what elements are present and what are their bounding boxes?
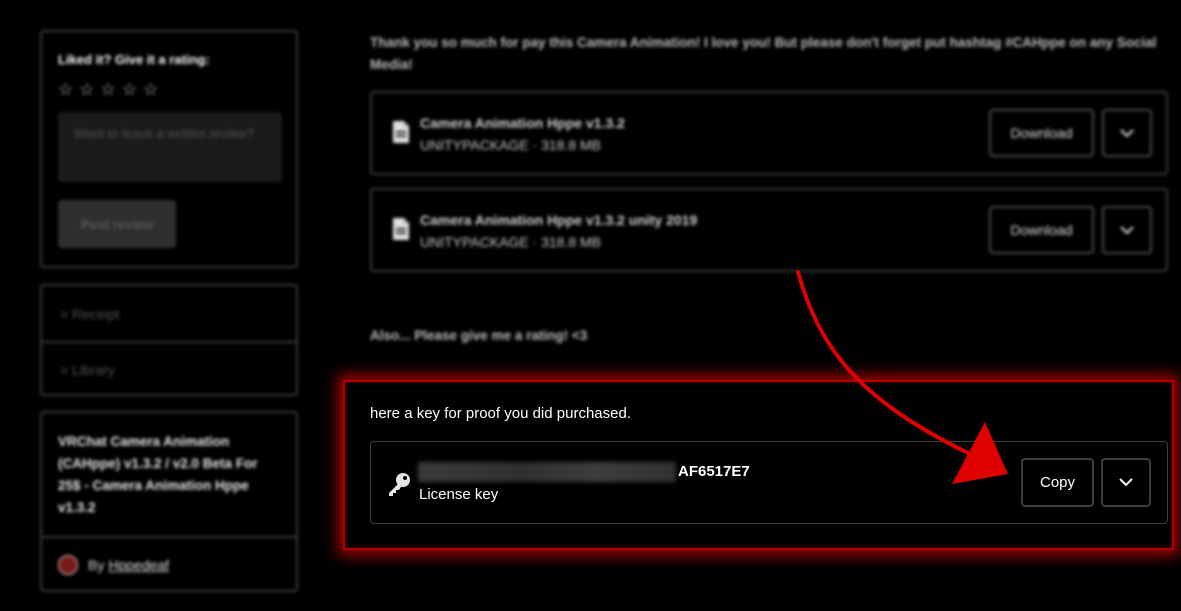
product-title: VRChat Camera Animation (CAHppe) v1.3.2 … xyxy=(58,434,258,515)
by-label: By xyxy=(88,557,105,573)
download-button[interactable]: Download xyxy=(989,109,1094,157)
thanks-message: Thank you so much for pay this Camera An… xyxy=(370,35,1157,72)
file-row: Camera Animation Hppe v1.3.2 unity 2019 … xyxy=(370,188,1168,272)
receipt-link[interactable]: > Receipt xyxy=(42,286,296,341)
key-icon xyxy=(387,471,413,502)
chevron-down-icon xyxy=(1120,225,1134,234)
author-row: By Hppedeaf xyxy=(42,536,296,592)
redacted-key-portion xyxy=(418,462,676,482)
rating-title: Liked it? Give it a rating: xyxy=(58,52,210,67)
file-icon xyxy=(391,217,411,246)
file-icon xyxy=(391,120,411,149)
download-options-button[interactable] xyxy=(1102,109,1152,157)
star-rating[interactable]: ☆ ☆ ☆ ☆ ☆ xyxy=(58,81,280,98)
review-textarea[interactable]: Want to leave a written review? xyxy=(58,112,282,182)
product-card: VRChat Camera Animation (CAHppe) v1.3.2 … xyxy=(40,411,298,592)
rating-card: Liked it? Give it a rating: ☆ ☆ ☆ ☆ ☆ Wa… xyxy=(40,30,298,268)
library-link[interactable]: > Library xyxy=(42,341,296,396)
links-card: > Receipt > Library xyxy=(40,284,298,396)
copy-button[interactable]: Copy xyxy=(1021,458,1094,507)
download-button[interactable]: Download xyxy=(989,206,1094,254)
license-key-label: License key xyxy=(419,486,499,503)
file-name: Camera Animation Hppe v1.3.2 xyxy=(420,115,625,131)
chevron-down-icon xyxy=(1120,128,1134,137)
file-row: Camera Animation Hppe v1.3.2 UNITYPACKAG… xyxy=(370,91,1168,175)
file-meta: UNITYPACKAGE · 318.8 MB xyxy=(420,137,602,153)
rating-request: Also... Please give me a rating! <3 xyxy=(370,328,588,343)
license-key-value[interactable]: AF6517E7 xyxy=(678,463,750,480)
post-review-button[interactable]: Post review xyxy=(58,200,176,248)
download-options-button[interactable] xyxy=(1102,206,1152,254)
file-meta: UNITYPACKAGE · 318.8 MB xyxy=(420,234,602,250)
license-key-card: AF6517E7 License key Copy xyxy=(370,441,1168,524)
star-icon[interactable]: ☆ xyxy=(58,81,73,98)
chevron-down-icon xyxy=(1119,478,1133,487)
file-name: Camera Animation Hppe v1.3.2 unity 2019 xyxy=(420,212,698,228)
avatar xyxy=(58,555,78,575)
license-note: here a key for proof you did purchased. xyxy=(370,405,631,422)
star-icon[interactable]: ☆ xyxy=(79,81,94,98)
license-options-button[interactable] xyxy=(1101,458,1151,507)
star-icon[interactable]: ☆ xyxy=(101,81,116,98)
author-link[interactable]: Hppedeaf xyxy=(108,557,169,573)
star-icon[interactable]: ☆ xyxy=(122,81,137,98)
star-icon[interactable]: ☆ xyxy=(143,81,158,98)
